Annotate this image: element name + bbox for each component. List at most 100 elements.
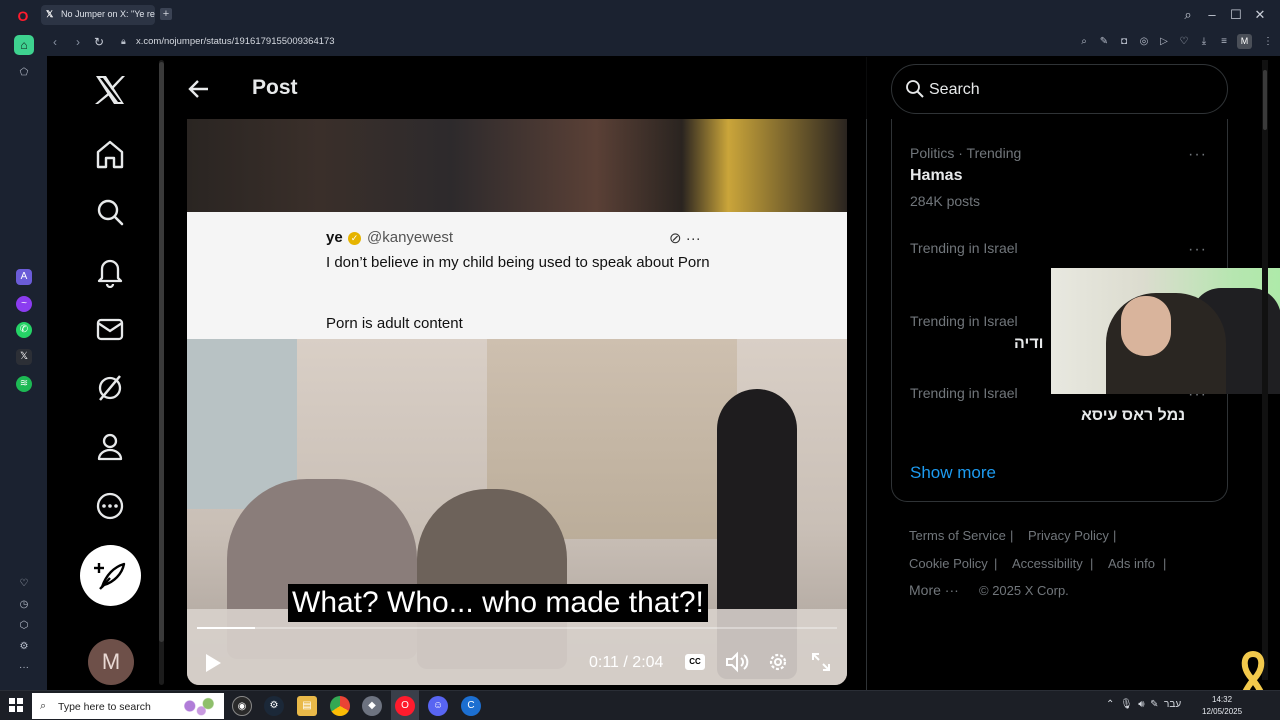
volume-button[interactable] [725, 651, 749, 673]
verified-badge-icon: ✓ [348, 232, 361, 245]
taskbar-app-icon[interactable]: C [461, 696, 481, 716]
page-scrollbar[interactable] [1262, 60, 1268, 680]
ads-info-link[interactable]: Ads info [1108, 556, 1155, 571]
home-icon[interactable] [92, 137, 128, 173]
opera-logo-icon[interactable]: O [14, 8, 32, 26]
grok-icon[interactable] [92, 371, 128, 407]
profile-avatar[interactable]: M [1237, 34, 1252, 49]
back-icon[interactable]: ‹ [48, 34, 62, 50]
close-icon[interactable]: ✕ [1252, 7, 1268, 23]
forward-icon[interactable]: › [71, 34, 85, 50]
show-more-link[interactable]: Show more [910, 463, 996, 483]
trend-name[interactable]: Hamas [910, 167, 962, 185]
new-tab-button[interactable]: + [160, 8, 172, 20]
settings-icon[interactable]: ⚙ [16, 639, 32, 655]
taskbar-clock-date[interactable]: 12/05/2025 [1202, 707, 1242, 716]
system-tray[interactable]: ⌃ 🎙︎ 🔊︎ ✎ עבר [1106, 699, 1181, 710]
account-avatar[interactable]: M [88, 639, 134, 685]
nav-scrollbar-thumb[interactable] [159, 62, 164, 642]
captions-button[interactable]: CC [685, 654, 705, 670]
compose-post-button[interactable] [80, 545, 141, 606]
url-field[interactable]: x.com/nojumper/status/191617915500936417… [136, 36, 335, 47]
page-title: Post [252, 76, 298, 99]
tweet-text-line: I don’t believe in my child being used t… [326, 254, 710, 271]
camera-icon[interactable]: ◘ [1118, 36, 1130, 48]
reload-icon[interactable]: ↻ [92, 34, 106, 50]
volume-icon [726, 651, 749, 673]
profile-person-icon[interactable] [92, 430, 128, 466]
trend-more-icon[interactable]: ··· [1188, 241, 1207, 259]
taskbar-app-icon[interactable]: ◆ [362, 696, 382, 716]
messenger-icon[interactable]: ~ [16, 296, 32, 312]
whatsapp-icon[interactable]: ✆ [16, 322, 32, 338]
more-icon[interactable]: ··· [16, 660, 32, 676]
cube-icon[interactable]: ⬡ [16, 618, 32, 634]
windows-start-icon[interactable] [9, 698, 23, 712]
settings-gear-icon[interactable] [767, 651, 789, 673]
tray-chevron-icon[interactable]: ⌃ [1106, 699, 1114, 710]
edit-icon[interactable]: ✎ [1098, 36, 1110, 48]
history-icon[interactable]: ◷ [16, 597, 32, 613]
fullscreen-icon[interactable] [810, 651, 832, 673]
video-progress-bar[interactable] [197, 627, 837, 629]
language-indicator[interactable]: עבר [1164, 699, 1181, 710]
search-icon [905, 79, 925, 99]
video-player[interactable]: ye ✓ @kanyewest ⊘ ··· I don’t believe in… [187, 119, 847, 685]
trend-meta: Politics · Trending [910, 145, 1022, 161]
home-icon[interactable]: ⌂ [14, 35, 34, 55]
page-scrollbar-thumb[interactable] [1263, 70, 1267, 130]
video-frame-scene [187, 339, 847, 685]
trend-meta: Trending in Israel [910, 385, 1018, 401]
footer-separator: | [1010, 528, 1014, 543]
heart-outline-icon[interactable]: ♡ [16, 576, 32, 592]
explore-search-icon[interactable] [92, 195, 128, 231]
maximize-icon[interactable]: ☐ [1228, 7, 1244, 23]
taskbar-app-obs-icon[interactable]: ◉ [232, 696, 252, 716]
zoom-icon[interactable]: ⌕ [1078, 36, 1090, 48]
trend-name[interactable]: נמל ראס עיסא [1081, 407, 1185, 425]
trend-name[interactable]: ודיה [1014, 335, 1043, 353]
video-progress-fill [197, 627, 255, 629]
x-logo-icon[interactable] [92, 73, 128, 109]
privacy-link[interactable]: Privacy Policy [1028, 528, 1109, 543]
tray-speaker-icon[interactable]: 🔊︎ [1138, 699, 1144, 710]
tray-pen-icon[interactable]: ✎ [1150, 699, 1158, 710]
tray-mic-icon[interactable]: 🎙︎ [1120, 699, 1133, 710]
spotify-icon[interactable]: ≋ [16, 376, 32, 392]
compose-feather-icon [94, 562, 126, 590]
taskbar-app-files-icon[interactable]: ▤ [297, 696, 317, 716]
download-icon[interactable]: ⤓ [1198, 36, 1210, 48]
search-icon: ⌕ [40, 700, 47, 712]
browser-tab[interactable]: No Jumper on X: "Ye react [41, 5, 155, 25]
webcam-overlay [1051, 268, 1280, 394]
taskbar-app-steam-icon[interactable]: ⚙ [264, 696, 284, 716]
minimize-icon[interactable]: – [1204, 7, 1220, 23]
taskbar-clock-time[interactable]: 14:32 [1212, 695, 1232, 704]
x-icon[interactable]: 𝕏 [16, 349, 32, 365]
notifications-bell-icon[interactable] [92, 254, 128, 290]
pin-icon[interactable]: ⬠ [16, 65, 32, 81]
copyright-text: © 2025 X Corp. [979, 583, 1069, 598]
aria-icon[interactable]: A [16, 269, 32, 285]
play-icon [206, 654, 221, 672]
trend-more-icon[interactable]: ··· [1188, 146, 1207, 164]
accessibility-link[interactable]: Accessibility [1012, 556, 1083, 571]
footer-more-link[interactable]: More ··· [909, 582, 959, 598]
messages-mail-icon[interactable] [92, 312, 128, 348]
shield-icon[interactable]: ◎ [1138, 36, 1150, 48]
play-icon[interactable]: ▷ [1158, 36, 1170, 48]
taskbar-app-discord-icon[interactable]: ☺ [428, 696, 448, 716]
search-highlight-flowers [176, 694, 222, 718]
lock-icon: 🔒︎ [121, 36, 126, 46]
taskbar-app-chrome-icon[interactable] [330, 696, 350, 716]
menu-icon[interactable]: ≡ [1218, 36, 1230, 48]
taskbar-app-opera-icon[interactable]: O [395, 696, 415, 716]
back-arrow-icon[interactable] [186, 76, 212, 102]
sidebar-toggle-icon[interactable]: ⋮ [1262, 36, 1274, 48]
play-button[interactable] [203, 652, 223, 674]
terms-link[interactable]: Terms of Service [909, 528, 1006, 543]
search-tabs-icon[interactable]: ⌕ [1180, 7, 1196, 23]
heart-icon[interactable]: ♡ [1178, 36, 1190, 48]
cookie-link[interactable]: Cookie Policy [909, 556, 988, 571]
more-circle-icon[interactable] [92, 489, 128, 525]
